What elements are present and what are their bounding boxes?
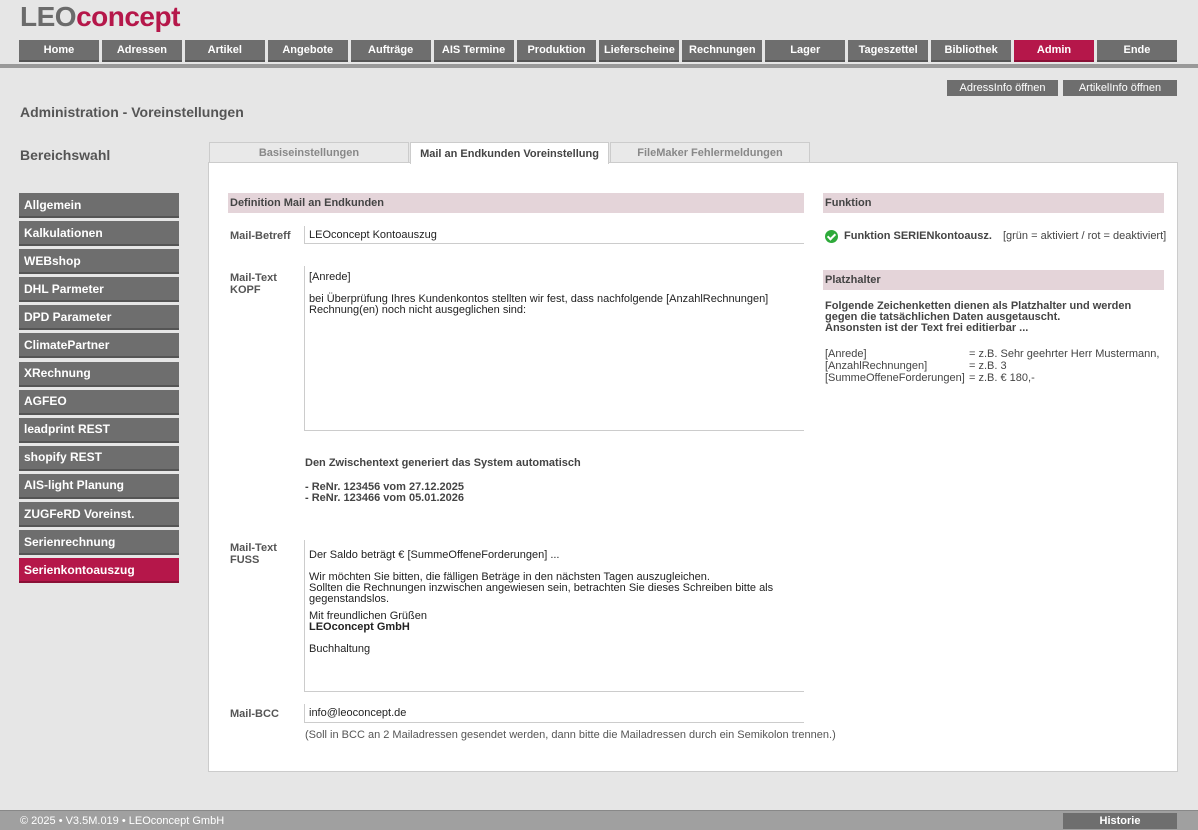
bcc-label: Mail-BCC [230,708,279,720]
fuss-label: Mail-Text FUSS [230,542,277,566]
fuss-line4: gegenstandslos. [309,593,390,605]
platzhalter-list: [Anrede] = z.B. Sehr geehrter Herr Muste… [825,348,1170,384]
kopf-label-line1: Mail-Text [230,272,277,284]
footer: © 2025 • V3.5M.019 • LEOconcept GmbH His… [0,810,1198,830]
sidebar-item-ais-light[interactable]: AIS-light Planung [19,473,179,499]
logo-part-leo: LEO [20,1,77,32]
platzhalter-value: = z.B. 3 [969,360,1007,372]
funktion-name: Funktion SERIENkontoausz. [844,230,992,242]
tab-mail-endkunden[interactable]: Mail an Endkunden Voreinstellung [410,142,609,164]
nav-produktion[interactable]: Produktion [516,40,597,62]
funktion-header: Funktion [823,193,1164,213]
adressinfo-button[interactable]: AdressInfo öffnen [947,80,1058,96]
historie-button[interactable]: Historie [1063,813,1177,829]
platzhalter-value: = z.B. Sehr geehrter Herr Mustermann, [969,348,1160,360]
sidebar-item-leadprint[interactable]: leadprint REST [19,417,179,443]
page-title: Administration - Voreinstellungen [20,104,244,120]
platzhalter-row: [Anrede] = z.B. Sehr geehrter Herr Muste… [825,348,1170,360]
platzhalter-row: [SummeOffeneForderungen] = z.B. € 180,- [825,372,1170,384]
bcc-hint: (Soll in BCC an 2 Mailadressen gesendet … [305,729,836,741]
nav-tageszettel[interactable]: Tageszettel [848,40,929,62]
nav-lieferscheine[interactable]: Lieferscheine [599,40,680,62]
platzhalter-value: = z.B. € 180,- [969,372,1035,384]
nav-divider [0,64,1198,68]
nav-auftraege[interactable]: Aufträge [350,40,431,62]
section-title: Bereichswahl [20,147,111,163]
fuss-label-line1: Mail-Text [230,542,277,554]
kopf-label-line2: KOPF [230,284,261,296]
nav-artikel[interactable]: Artikel [184,40,265,62]
nav-adressen[interactable]: Adressen [101,40,182,62]
main-nav: Home Adressen Artikel Angebote Aufträge … [19,40,1177,62]
funktion-hint: [grün = aktiviert / rot = deaktiviert] [1002,230,1167,242]
nav-angebote[interactable]: Angebote [267,40,348,62]
sidebar-item-xrechnung[interactable]: XRechnung [19,361,179,387]
sidebar-item-dpd[interactable]: DPD Parameter [19,305,179,331]
platzhalter-row: [AnzahlRechnungen] = z.B. 3 [825,360,1170,372]
platzhalter-intro: Folgende Zeichenketten dienen als Platzh… [825,301,1131,334]
kopf-line3: Rechnung(en) noch nicht ausgeglichen sin… [309,304,527,316]
nav-home[interactable]: Home [19,40,99,62]
betreff-label: Mail-Betreff [230,230,291,242]
fuss-line7: Buchhaltung [309,643,371,655]
nav-lager[interactable]: Lager [765,40,846,62]
sidebar-item-shopify[interactable]: shopify REST [19,445,179,471]
zwischentext-line2: - ReNr. 123466 vom 05.01.2026 [305,492,465,504]
sidebar-item-webshop[interactable]: WEBshop [19,249,179,275]
kopf-line1: [Anrede] [309,271,351,283]
betreff-value: LEOconcept Kontoauszug [309,229,437,241]
zwischentext-title: Den Zwischentext generiert das System au… [305,457,581,469]
fuss-textarea[interactable]: Der Saldo beträgt € [SummeOffeneForderun… [304,540,804,692]
nav-admin[interactable]: Admin [1014,40,1094,62]
sidebar-item-dhl[interactable]: DHL Parmeter [19,277,179,303]
sidebar-item-serienkontoauszug[interactable]: Serienkontoauszug [19,558,179,584]
platzhalter-key: [AnzahlRechnungen] [825,360,928,372]
nav-bibliothek[interactable]: Bibliothek [931,40,1012,62]
nav-rechnungen[interactable]: Rechnungen [682,40,763,62]
platzhalter-key: [SummeOffeneForderungen] [825,372,965,384]
artikelinfo-button[interactable]: ArtikelInfo öffnen [1063,80,1177,96]
status-active-icon[interactable] [825,229,838,243]
sidebar: Allgemein Kalkulationen WEBshop DHL Parm… [19,193,179,586]
funktion-row: Funktion SERIENkontoausz. [grün = aktivi… [825,229,1166,243]
kopf-textarea[interactable]: [Anrede] bei Überprüfung Ihres Kundenkon… [304,266,804,431]
sidebar-item-kalkulationen[interactable]: Kalkulationen [19,221,179,247]
fuss-label-line2: FUSS [230,554,260,566]
betreff-field[interactable]: LEOconcept Kontoauszug [304,226,804,244]
sidebar-item-serienrechnung[interactable]: Serienrechnung [19,530,179,556]
fuss-line1: Der Saldo beträgt € [SummeOffeneForderun… [309,549,560,561]
bcc-field[interactable]: info@leoconcept.de [304,704,804,723]
sidebar-item-zugferd[interactable]: ZUGFeRD Voreinst. [19,502,179,528]
logo-part-concept: concept [76,1,180,32]
platzhalter-header: Platzhalter [823,270,1164,290]
kopf-label: Mail-Text KOPF [230,272,277,296]
platzhalter-intro-line3: Ansonsten ist der Text frei editierbar .… [825,322,1029,334]
nav-ende[interactable]: Ende [1096,40,1177,62]
app-logo: LEOconcept [20,2,180,32]
sidebar-item-allgemein[interactable]: Allgemein [19,193,179,218]
fuss-line6: LEOconcept GmbH [309,621,410,633]
bcc-value: info@leoconcept.de [309,707,407,719]
footer-copyright: © 2025 • V3.5M.019 • LEOconcept GmbH [20,815,225,827]
definition-header: Definition Mail an Endkunden [228,193,804,213]
tab-basiseinstellungen[interactable]: Basiseinstellungen [209,142,409,163]
tab-filemaker[interactable]: FileMaker Fehlermeldungen [610,142,810,163]
sidebar-item-climatepartner[interactable]: ClimatePartner [19,333,179,359]
platzhalter-key: [Anrede] [825,348,867,360]
nav-ais-termine[interactable]: AIS Termine [433,40,514,62]
sidebar-item-agfeo[interactable]: AGFEO [19,389,179,415]
